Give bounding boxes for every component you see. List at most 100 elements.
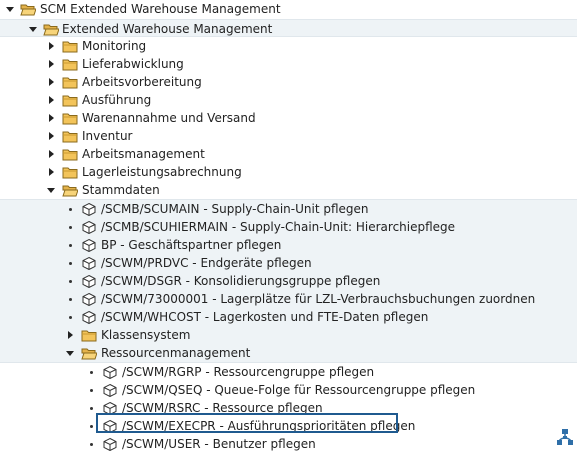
tree-node-arbeitsmanagement[interactable]: Arbeitsmanagement [0,145,577,163]
structure-icon[interactable] [556,428,574,446]
cube-icon [81,256,97,270]
tree-node-stammdaten[interactable]: Stammdaten [0,181,577,199]
tree-node-label: /SCWM/USER - Benutzer pflegen [122,437,316,451]
tree-leaf-user[interactable]: /SCWM/USER - Benutzer pflegen [0,435,577,453]
tree-node-lagerleistungsabrechnung[interactable]: Lagerleistungsabrechnung [0,163,577,181]
folder-open-icon [81,346,97,360]
folder-icon [62,165,78,179]
collapse-icon[interactable] [64,344,76,362]
expand-icon[interactable] [45,55,57,73]
tree-node-arbeitsvorbereitung[interactable]: Arbeitsvorbereitung [0,73,577,91]
tree-node-label: /SCWM/EXECPR - Ausführungsprioritäten pf… [122,419,416,433]
expand-icon[interactable] [45,163,57,181]
tree-leaf-whcost[interactable]: /SCWM/WHCOST - Lagerkosten und FTE-Daten… [0,308,577,326]
cube-icon [102,383,118,397]
tree-leaf-scuhiermain[interactable]: /SCMB/SCUHIERMAIN - Supply-Chain-Unit: H… [0,218,577,236]
tree-node-label: /SCMB/SCUHIERMAIN - Supply-Chain-Unit: H… [101,220,456,234]
tree-leaf-bp[interactable]: BP - Geschäftspartner pflegen [0,236,577,254]
tree-node-ressourcenmanagement[interactable]: Ressourcenmanagement [0,344,577,362]
bullet-icon [85,435,97,453]
ressourcen-children: /SCWM/RGRP - Ressourcengruppe pflegen /S… [0,362,577,453]
tree-node-label: Warenannahme und Versand [82,111,256,125]
bullet-icon [85,363,97,381]
tree-node-inventur[interactable]: Inventur [0,127,577,145]
tree-node-label: Arbeitsvorbereitung [82,75,202,89]
folder-icon [62,129,78,143]
cube-icon [102,419,118,433]
bullet-icon [64,308,76,326]
bullet-icon [85,381,97,399]
tree-node-label: Ressourcenmanagement [101,346,251,360]
cube-icon [81,202,97,216]
folder-open-icon [43,22,59,36]
collapse-icon[interactable] [45,181,57,199]
tree-node-label: Ausführung [82,93,152,107]
tree-leaf-rgrp[interactable]: /SCWM/RGRP - Ressourcengruppe pflegen [0,363,577,381]
tree-node-label: /SCWM/QSEQ - Queue-Folge für Ressourceng… [122,383,476,397]
tree-node-label: Extended Warehouse Management [62,22,273,36]
tree-node-scm-ewm[interactable]: SCM Extended Warehouse Management [0,0,577,19]
tree-node-label: /SCWM/RSRC - Ressource pflegen [122,401,323,415]
expand-icon[interactable] [45,127,57,145]
tree-node-warenannahme[interactable]: Warenannahme und Versand [0,109,577,127]
tree-node-label: /SCMB/SCUMAIN - Supply-Chain-Unit pflege… [101,202,369,216]
bullet-icon [64,290,76,308]
folder-open-icon [62,183,78,197]
tree-node-label: Lagerleistungsabrechnung [82,165,242,179]
tree-node-lieferabwicklung[interactable]: Lieferabwicklung [0,55,577,73]
tree-leaf-73000001[interactable]: /SCWM/73000001 - Lagerplätze für LZL-Ver… [0,290,577,308]
bullet-icon [64,218,76,236]
expand-icon[interactable] [64,326,76,344]
folder-icon [62,39,78,53]
tree-leaf-prdvc[interactable]: /SCWM/PRDVC - Endgeräte pflegen [0,254,577,272]
cube-icon [102,401,118,415]
cube-icon [81,220,97,234]
tree-leaf-dsgr[interactable]: /SCWM/DSGR - Konsolidierungsgruppe pfleg… [0,272,577,290]
tree-node-label: /SCWM/73000001 - Lagerplätze für LZL-Ver… [101,292,536,306]
cube-icon [102,365,118,379]
folder-open-icon [20,2,36,16]
expand-icon[interactable] [45,109,57,127]
folder-icon [62,93,78,107]
tree-node-label: /SCWM/PRDVC - Endgeräte pflegen [101,256,312,270]
tree-node-label: BP - Geschäftspartner pflegen [101,238,282,252]
stammdaten-children: /SCMB/SCUMAIN - Supply-Chain-Unit pflege… [0,199,577,362]
cube-icon [102,437,118,451]
tree-node-label: Inventur [82,129,133,143]
tree-leaf-scumain[interactable]: /SCMB/SCUMAIN - Supply-Chain-Unit pflege… [0,200,577,218]
folder-icon [62,111,78,125]
cube-icon [81,310,97,324]
bullet-icon [64,200,76,218]
expand-icon[interactable] [45,145,57,163]
bullet-icon [64,272,76,290]
collapse-icon[interactable] [4,0,16,18]
tree-node-monitoring[interactable]: Monitoring [0,37,577,55]
collapse-icon[interactable] [27,20,39,38]
tree-node-label: /SCWM/WHCOST - Lagerkosten und FTE-Daten… [101,310,429,324]
tree-leaf-execpr[interactable]: /SCWM/EXECPR - Ausführungsprioritäten pf… [0,417,577,435]
tree-leaf-qseq[interactable]: /SCWM/QSEQ - Queue-Folge für Ressourceng… [0,381,577,399]
tree-node-klassensystem[interactable]: Klassensystem [0,326,577,344]
tree-leaf-rsrc[interactable]: /SCWM/RSRC - Ressource pflegen [0,399,577,417]
tree-node-label: Monitoring [82,39,147,53]
folder-icon [81,328,97,342]
cube-icon [81,274,97,288]
tree-node-ewm[interactable]: Extended Warehouse Management [0,19,577,37]
cube-icon [81,238,97,252]
expand-icon[interactable] [45,73,57,91]
bullet-icon [64,254,76,272]
tree-node-ausfuehrung[interactable]: Ausführung [0,91,577,109]
bullet-icon [85,417,97,435]
expand-icon[interactable] [45,37,57,55]
tree-node-label: /SCWM/DSGR - Konsolidierungsgruppe pfleg… [101,274,381,288]
folder-icon [62,75,78,89]
navigation-tree: SCM Extended Warehouse Management Extend… [0,0,577,453]
tree-node-label: SCM Extended Warehouse Management [40,2,281,16]
expand-icon[interactable] [45,91,57,109]
bullet-icon [64,236,76,254]
tree-node-label: Klassensystem [101,328,191,342]
bullet-icon [85,399,97,417]
cube-icon [81,292,97,306]
tree-node-label: Stammdaten [82,183,160,197]
tree-node-label: Arbeitsmanagement [82,147,205,161]
